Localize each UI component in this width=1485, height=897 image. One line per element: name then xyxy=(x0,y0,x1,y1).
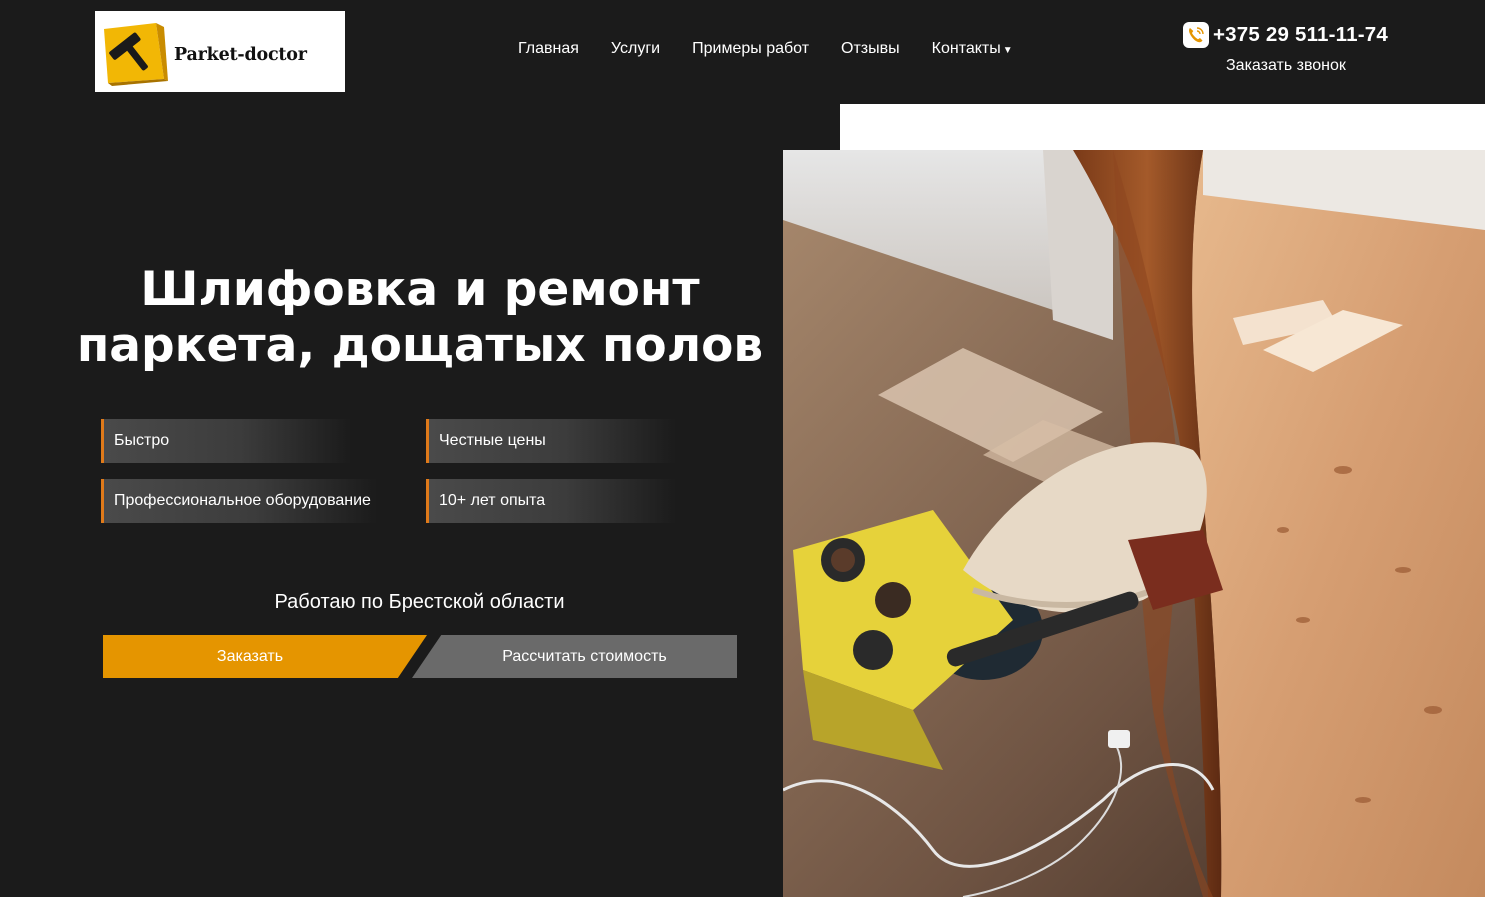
floor-sanding-photo xyxy=(783,150,1485,897)
hero-title-line1: Шлифовка и ремонт xyxy=(140,262,700,317)
nav-item-home[interactable]: Главная xyxy=(502,38,595,60)
phone-number[interactable]: +375 29 511-11-74 xyxy=(1213,23,1388,47)
nav-item-label: Отзывы xyxy=(841,40,900,57)
feature-badge-equipment: Профессиональное оборудование xyxy=(101,479,377,523)
hammer-icon xyxy=(104,23,168,86)
feature-label: Честные цены xyxy=(439,432,546,449)
logo-text: Parket-doctor xyxy=(174,45,307,65)
calculate-cost-button[interactable]: Рассчитать стоимость xyxy=(412,635,737,678)
nav-item-reviews[interactable]: Отзывы xyxy=(825,38,916,60)
main-nav: Главная Услуги Примеры работ Отзывы Конт… xyxy=(502,38,1029,60)
feature-label: Быстро xyxy=(114,432,170,449)
logo[interactable]: Parket-doctor xyxy=(95,11,345,92)
contact-block: +375 29 511-11-74 Заказать звонок xyxy=(1183,22,1413,75)
order-button-label: Заказать xyxy=(216,647,284,665)
callback-link[interactable]: Заказать звонок xyxy=(1226,57,1413,75)
region-text: Работаю по Брестской области xyxy=(274,591,565,613)
nav-item-label: Контакты xyxy=(931,40,1001,57)
feature-label: 10+ лет опыта xyxy=(439,492,546,509)
page: Parket-doctor Главная Услуги Примеры раб… xyxy=(0,0,1485,897)
header-decor-strip xyxy=(840,104,1485,150)
nav-item-label: Примеры работ xyxy=(692,40,810,57)
calculate-cost-label: Рассчитать стоимость xyxy=(502,647,667,665)
phone-icon xyxy=(1183,22,1209,48)
hero-image xyxy=(783,150,1485,897)
nav-item-label: Услуги xyxy=(610,40,661,57)
feature-badge-experience: 10+ лет опыта xyxy=(426,479,676,523)
caret-down-icon: ▼ xyxy=(1002,45,1013,56)
feature-label: Профессиональное оборудование xyxy=(114,492,371,509)
nav-item-services[interactable]: Услуги xyxy=(595,38,676,60)
order-button[interactable]: Заказать xyxy=(103,635,427,678)
nav-item-portfolio[interactable]: Примеры работ xyxy=(676,38,825,60)
feature-badge-prices: Честные цены xyxy=(426,419,676,463)
nav-item-contacts[interactable]: Контакты ▼ xyxy=(916,38,1029,60)
feature-badge-fast: Быстро xyxy=(101,419,351,463)
hero-title-line2: паркета, дощатых полов xyxy=(76,318,764,373)
nav-item-label: Главная xyxy=(518,40,579,57)
hero-title: Шлифовка и ремонт паркета, дощатых полов xyxy=(60,262,780,374)
